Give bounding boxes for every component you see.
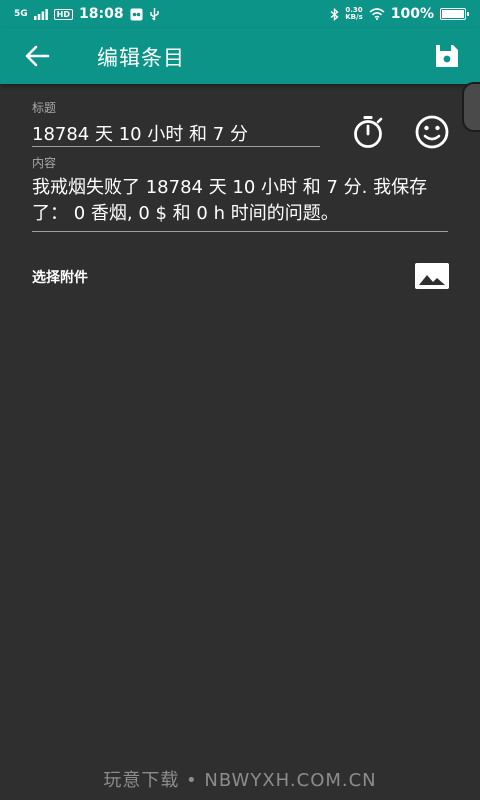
hd-badge: HD	[53, 8, 73, 20]
smiley-icon[interactable]	[414, 114, 450, 150]
bluetooth-icon	[330, 7, 339, 21]
image-icon[interactable]	[414, 262, 450, 290]
title-label: 标题	[32, 101, 57, 115]
battery-fill	[442, 10, 464, 18]
content-label: 内容	[32, 156, 57, 170]
network-speed: 0.30 KB/s	[345, 7, 362, 21]
battery-icon	[440, 8, 469, 20]
title-input[interactable]: 18784 天 10 小时 和 7 分	[32, 120, 320, 147]
content-input[interactable]: 我戒烟失败了 18784 天 10 小时 和 7 分. 我保存了： 0 香烟, …	[32, 175, 448, 232]
battery-percent: 100%	[390, 6, 434, 22]
status-left: 5G HD 18:08	[14, 6, 160, 22]
app-notification-icon	[130, 8, 143, 20]
side-drawer-handle[interactable]	[462, 82, 480, 132]
wifi-icon	[369, 8, 385, 20]
signal-indicator: 5G	[14, 9, 28, 19]
app-bar: 编辑条目	[0, 28, 480, 84]
status-time: 18:08	[79, 6, 124, 22]
usb-icon	[149, 7, 159, 20]
save-icon[interactable]	[434, 43, 460, 69]
watermark-text: 玩意下载 • NBWYXH.COM.CN	[103, 770, 377, 791]
status-bar: 5G HD 18:08 0.30 KB/s 100%	[0, 0, 480, 28]
network-speed-unit: KB/s	[345, 13, 363, 21]
arrow-left-icon[interactable]	[22, 42, 52, 70]
stopwatch-icon[interactable]	[350, 114, 386, 150]
attachment-label[interactable]: 选择附件	[32, 267, 88, 287]
page-title: 编辑条目	[97, 46, 185, 70]
signal-bars-icon	[33, 8, 48, 20]
status-right: 0.30 KB/s 100%	[330, 6, 469, 22]
